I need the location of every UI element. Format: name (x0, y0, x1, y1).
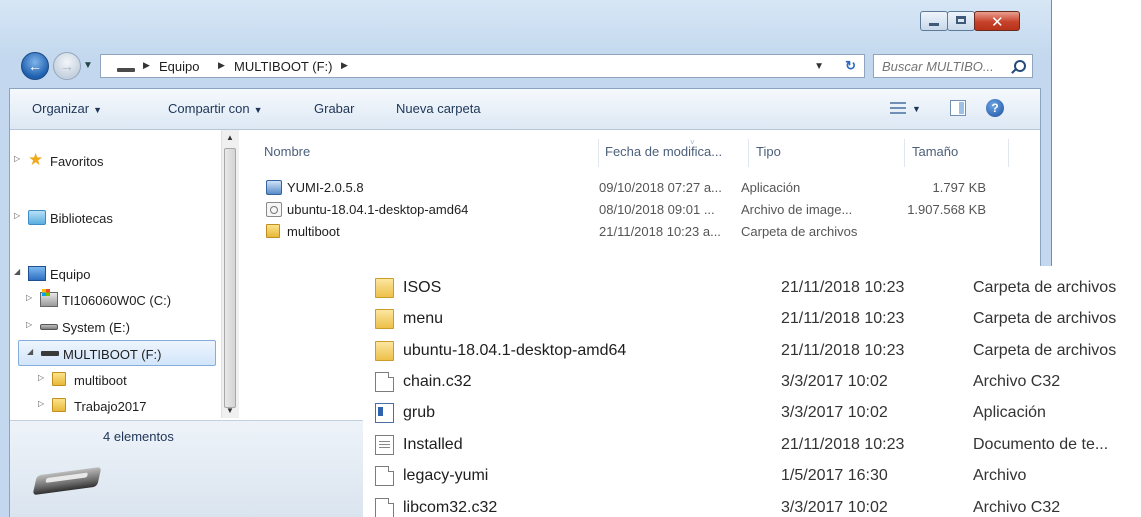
collapse-arrow-icon[interactable]: ◢ (27, 347, 33, 356)
search-box[interactable] (873, 54, 1033, 78)
search-icon[interactable] (1014, 60, 1026, 72)
list-item[interactable]: Installed 21/11/2018 10:23 Documento de … (363, 430, 1141, 461)
scroll-up-icon[interactable]: ▲ (226, 133, 234, 142)
folder-icon (52, 372, 66, 386)
back-button[interactable]: ← (21, 52, 49, 80)
change-view-icon[interactable] (890, 101, 906, 115)
organize-button[interactable]: Organizar ▼ (32, 101, 102, 116)
nav-drive-f[interactable]: ◢ MULTIBOOT (F:) (18, 340, 216, 366)
item-count: 4 elementos (103, 429, 174, 444)
maximize-icon (956, 16, 966, 24)
nav-libraries[interactable]: ▷ Bibliotecas (10, 205, 215, 231)
expand-arrow-icon[interactable]: ▷ (38, 373, 44, 382)
windows-drive-icon (40, 289, 58, 307)
expand-arrow-icon[interactable]: ▷ (26, 293, 32, 302)
library-icon (28, 210, 46, 225)
list-item[interactable]: ubuntu-18.04.1-desktop-amd64 21/11/2018 … (363, 336, 1141, 367)
column-date[interactable]: Fecha de modifica... (605, 144, 722, 159)
usb-drive-icon (32, 466, 102, 496)
list-item[interactable]: chain.c32 3/3/2017 10:02 Archivo C32 (363, 367, 1141, 398)
nav-folder-multiboot[interactable]: ▷ multiboot (10, 367, 215, 393)
expand-arrow-icon[interactable]: ▷ (26, 320, 32, 329)
nav-drive-c[interactable]: ▷ TI106060W0C (C:) (10, 287, 215, 313)
recent-pages-dropdown[interactable]: ▼ (83, 60, 93, 71)
list-item[interactable]: grub 3/3/2017 10:02 Aplicación (363, 398, 1141, 429)
list-item[interactable]: libcom32.c32 3/3/2017 10:02 Archivo C32 (363, 493, 1141, 517)
app-icon (266, 180, 282, 195)
usb-drive-icon (41, 351, 59, 356)
breadcrumb-separator-icon[interactable]: ▶ (341, 60, 348, 71)
burn-button[interactable]: Grabar (314, 101, 354, 116)
folder-icon (375, 278, 394, 298)
address-bar[interactable]: ▶ Equipo ▶ MULTIBOOT (F:) ▶ ▼ ↻ (100, 54, 865, 78)
forward-button[interactable]: → (53, 52, 81, 80)
search-input[interactable] (880, 58, 1004, 75)
app-icon (375, 403, 394, 423)
breadcrumb-separator-icon[interactable]: ▶ (143, 60, 150, 71)
nav-drive-e[interactable]: ▷ System (E:) (10, 314, 215, 340)
breadcrumb-multiboot[interactable]: MULTIBOOT (F:) (234, 59, 332, 74)
file-row[interactable]: multiboot 21/11/2018 10:23 a... Carpeta … (256, 221, 986, 243)
minimize-icon (929, 23, 939, 26)
folder-icon (52, 398, 66, 412)
close-button[interactable]: ✕ (974, 11, 1020, 31)
folder-icon (266, 224, 280, 238)
refresh-icon[interactable]: ↻ (845, 58, 856, 74)
chevron-down-icon: ▼ (93, 105, 102, 115)
column-size[interactable]: Tamaño (912, 144, 958, 159)
nav-folder-trabajo[interactable]: ▷ Trabajo2017 (10, 393, 215, 419)
text-document-icon (375, 435, 394, 455)
preview-pane-icon[interactable] (950, 100, 966, 116)
column-headers: Nombre ˅ Fecha de modifica... Tipo Tamañ… (240, 138, 1020, 167)
column-divider[interactable] (748, 139, 749, 167)
details-pane: 4 elementos (10, 420, 370, 517)
star-icon: ★ (28, 150, 44, 169)
back-arrow-icon: ← (28, 58, 42, 74)
column-divider[interactable] (1008, 139, 1009, 167)
nav-scrollbar[interactable]: ▲ ▼ (221, 130, 239, 418)
scrollbar-thumb[interactable] (224, 148, 236, 408)
scroll-down-icon[interactable]: ▼ (226, 406, 234, 415)
expand-arrow-icon[interactable]: ▷ (38, 399, 44, 408)
maximize-button[interactable] (947, 11, 975, 31)
column-name[interactable]: Nombre (264, 144, 310, 159)
new-folder-button[interactable]: Nueva carpeta (396, 101, 481, 116)
file-row[interactable]: YUMI-2.0.5.8 09/10/2018 07:27 a... Aplic… (256, 177, 986, 199)
address-dropdown-icon[interactable]: ▼ (814, 61, 824, 72)
nav-computer[interactable]: ◢ Equipo (10, 261, 215, 287)
collapse-arrow-icon[interactable]: ◢ (14, 267, 20, 276)
share-button[interactable]: Compartir con ▼ (168, 101, 263, 116)
file-row[interactable]: ubuntu-18.04.1-desktop-amd64 08/10/2018 … (256, 199, 986, 221)
drive-icon (117, 68, 135, 72)
breadcrumb-equipo[interactable]: Equipo (159, 59, 199, 74)
chevron-down-icon: ▼ (253, 105, 263, 115)
column-type[interactable]: Tipo (756, 144, 781, 159)
view-dropdown-icon[interactable]: ▼ (912, 104, 921, 114)
expand-arrow-icon[interactable]: ▷ (14, 154, 20, 163)
nav-favorites[interactable]: ▷ ★ Favoritos (10, 148, 215, 174)
column-divider[interactable] (904, 139, 905, 167)
list-item[interactable]: menu 21/11/2018 10:23 Carpeta de archivo… (363, 304, 1141, 335)
multiboot-contents-overlay: ISOS 21/11/2018 10:23 Carpeta de archivo… (363, 266, 1141, 517)
disc-image-icon (266, 202, 282, 217)
expand-arrow-icon[interactable]: ▷ (14, 211, 20, 220)
folder-icon (375, 309, 394, 329)
breadcrumb-separator-icon[interactable]: ▶ (218, 60, 225, 71)
column-divider[interactable] (598, 139, 599, 167)
computer-icon (28, 266, 46, 281)
file-icon (375, 372, 394, 392)
minimize-button[interactable] (920, 11, 948, 31)
file-icon (375, 466, 394, 486)
list-item[interactable]: legacy-yumi 1/5/2017 16:30 Archivo (363, 461, 1141, 492)
help-icon[interactable]: ? (986, 99, 1004, 117)
command-bar: Organizar ▼ Compartir con ▼ Grabar Nueva c… (10, 89, 1040, 130)
forward-arrow-icon: → (60, 58, 74, 74)
list-item[interactable]: ISOS 21/11/2018 10:23 Carpeta de archivo… (363, 273, 1141, 304)
folder-icon (375, 341, 394, 361)
close-icon: ✕ (991, 13, 1004, 31)
hard-drive-icon (40, 324, 58, 330)
file-icon (375, 498, 394, 517)
